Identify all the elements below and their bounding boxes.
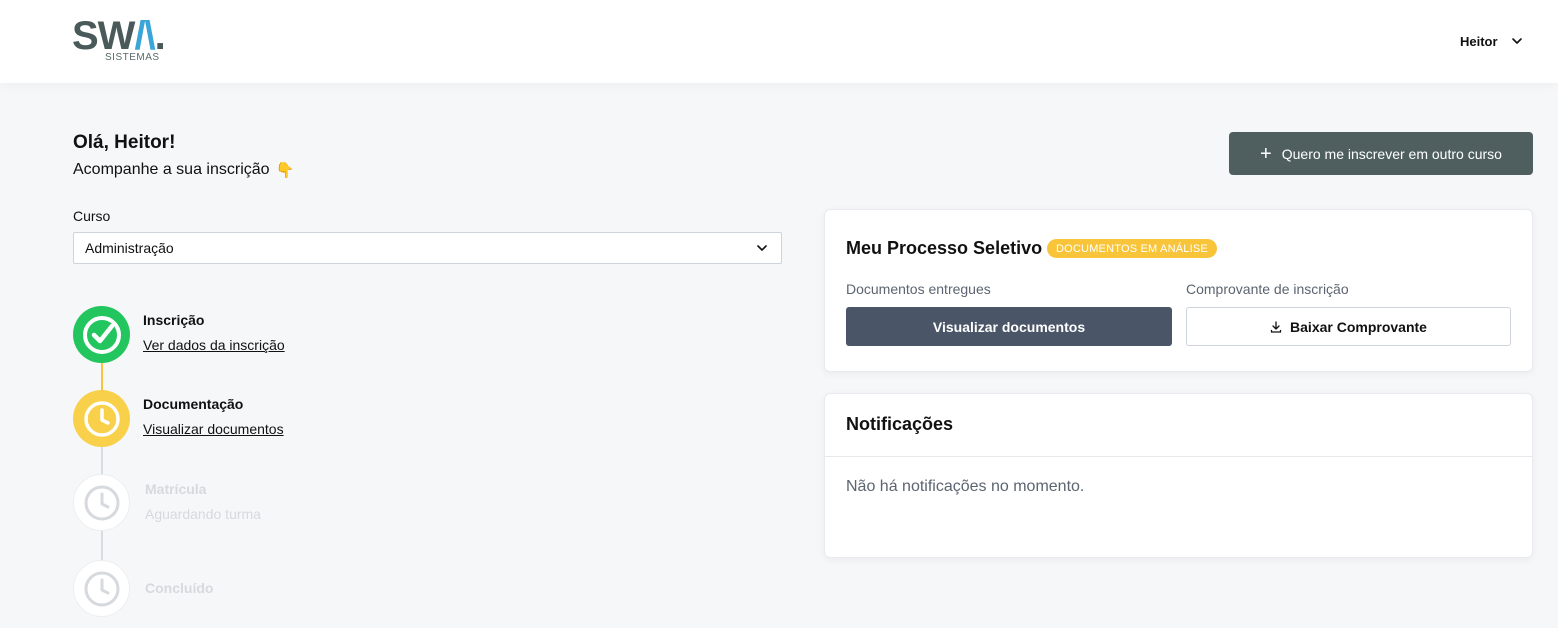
user-name: Heitor	[1460, 33, 1498, 49]
step-in-progress-indicator	[73, 390, 130, 447]
step-title-concluido: Concluído	[145, 580, 214, 596]
step-connector	[101, 530, 103, 562]
step-title-inscricao: Inscrição	[143, 312, 205, 328]
selection-process-title: Meu Processo Seletivo	[846, 238, 1043, 258]
step-title-documentacao: Documentação	[143, 396, 244, 412]
clock-icon	[83, 400, 120, 437]
download-receipt-button[interactable]: Baixar Comprovante	[1186, 307, 1511, 346]
status-badge: DOCUMENTOS EM ANÁLISE	[1047, 239, 1217, 258]
check-circle-icon	[82, 315, 121, 354]
course-selected-value: Administração	[85, 240, 174, 256]
step-done-indicator	[73, 306, 130, 363]
receipt-label: Comprovante de inscrição	[1186, 281, 1349, 297]
view-documents-link[interactable]: Visualizar documentos	[143, 421, 284, 437]
top-bar: SW/\. SISTEMAS Heitor	[0, 0, 1558, 83]
clock-icon	[84, 485, 119, 520]
swa-logo[interactable]: SW/\. SISTEMAS	[72, 16, 182, 66]
clock-icon	[84, 571, 119, 606]
download-icon	[1270, 320, 1282, 333]
chevron-down-icon	[1511, 38, 1522, 44]
plus-icon: +	[1260, 142, 1272, 165]
step-title-matricula: Matrícula	[145, 481, 207, 497]
chevron-down-icon	[757, 245, 767, 251]
step-pending-indicator	[73, 560, 130, 617]
course-select[interactable]: Administração	[73, 232, 782, 264]
notifications-card: Notificações Não há notificações no mome…	[824, 393, 1533, 558]
logo-subtitle: SISTEMAS	[105, 52, 160, 63]
divider	[825, 456, 1532, 457]
notifications-empty-message: Não há notificações no momento.	[846, 478, 1085, 495]
user-menu[interactable]: Heitor	[1460, 30, 1524, 52]
course-label: Curso	[73, 208, 111, 224]
notifications-title: Notificações	[846, 414, 954, 434]
page-subtitle: Acompanhe a sua inscrição 👇	[73, 161, 295, 179]
view-enrollment-data-link[interactable]: Ver dados da inscrição	[143, 337, 285, 353]
selection-process-card: Meu Processo Seletivo DOCUMENTOS EM ANÁL…	[824, 209, 1533, 372]
step-connector	[101, 360, 103, 394]
step-pending-indicator	[73, 474, 130, 531]
view-documents-button[interactable]: Visualizar documentos	[846, 307, 1172, 346]
page-title: Olá, Heitor!	[73, 132, 176, 153]
enroll-other-course-button[interactable]: + Quero me inscrever em outro curso	[1229, 132, 1533, 175]
step-connector	[101, 444, 103, 478]
pointing-down-icon: 👇	[275, 162, 295, 179]
step-subtitle-matricula: Aguardando turma	[145, 506, 261, 522]
documents-delivered-label: Documentos entregues	[846, 281, 991, 297]
